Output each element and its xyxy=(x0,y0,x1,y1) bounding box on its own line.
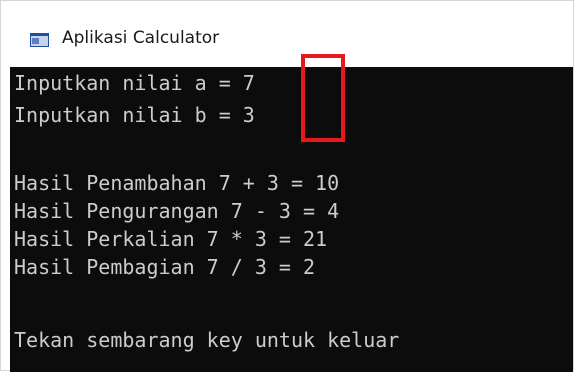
window-title: Aplikasi Calculator xyxy=(62,28,220,48)
console-line-division: Hasil Pembagian 7 / 3 = 2 xyxy=(14,255,316,279)
input-values-highlight xyxy=(301,54,345,142)
console-line-multiplication: Hasil Perkalian 7 * 3 = 21 xyxy=(14,227,328,251)
console-line-addition: Hasil Penambahan 7 + 3 = 10 xyxy=(14,171,340,195)
console-line-input-b: Inputkan nilai b = 3 xyxy=(14,103,255,127)
console-window: Aplikasi Calculator Inputkan nilai a = 7… xyxy=(0,0,574,372)
title-bar[interactable]: Aplikasi Calculator xyxy=(1,1,573,65)
console-line-input-a: Inputkan nilai a = 7 xyxy=(14,71,255,95)
console-line-exit-prompt: Tekan sembarang key untuk keluar xyxy=(14,328,400,352)
console-line-subtraction: Hasil Pengurangan 7 - 3 = 4 xyxy=(14,199,340,223)
console-output[interactable]: Inputkan nilai a = 7 Inputkan nilai b = … xyxy=(10,67,573,372)
console-app-icon xyxy=(30,33,49,47)
